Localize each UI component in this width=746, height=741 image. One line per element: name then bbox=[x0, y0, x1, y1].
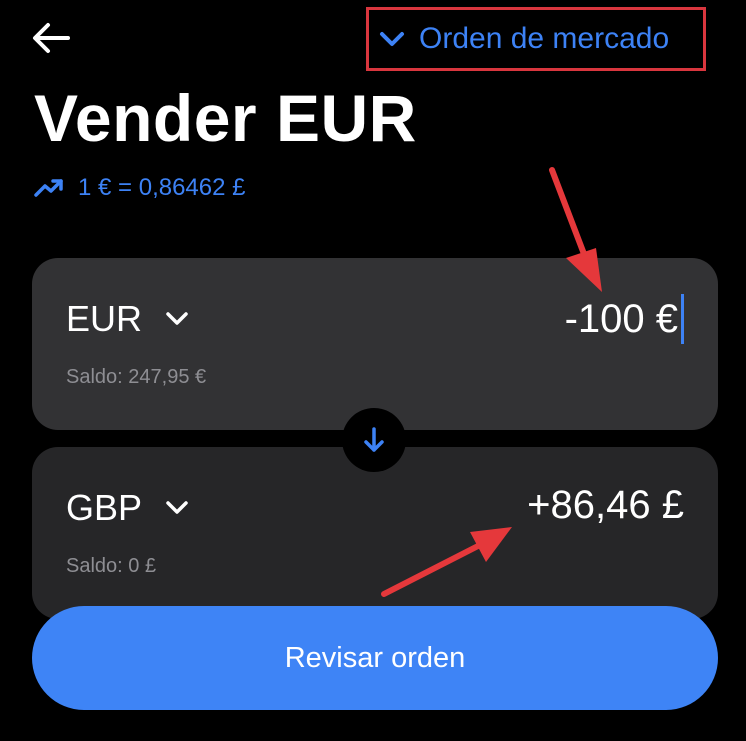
order-type-selector[interactable]: Orden de mercado bbox=[366, 7, 706, 71]
sell-currency-code: EUR bbox=[66, 298, 143, 339]
arrow-left-icon bbox=[33, 23, 70, 53]
trend-up-icon bbox=[34, 179, 63, 197]
swap-direction-button[interactable] bbox=[342, 408, 406, 472]
sell-currency-selector[interactable]: EUR bbox=[66, 298, 190, 340]
sell-currency-card: EUR -100 € Saldo: 247,95 € bbox=[32, 258, 718, 430]
buy-currency-code: GBP bbox=[66, 487, 143, 528]
arrow-down-icon bbox=[364, 427, 384, 452]
sell-eur-screen: Orden de mercado Vender EUR 1 € = 0,8646… bbox=[0, 0, 746, 741]
buy-balance: Saldo: 0 £ bbox=[66, 555, 157, 577]
exchange-rate-text: 1 € = 0,86462 £ bbox=[78, 174, 246, 201]
buy-currency-card: GBP +86,46 £ Saldo: 0 £ bbox=[32, 447, 718, 619]
buy-amount-value: +86,46 £ bbox=[527, 483, 684, 527]
sell-amount-input[interactable]: -100 € bbox=[565, 294, 684, 344]
order-type-label: Orden de mercado bbox=[419, 22, 670, 55]
exchange-rate: 1 € = 0,86462 £ bbox=[34, 174, 245, 202]
back-button[interactable] bbox=[30, 18, 72, 58]
chevron-down-icon bbox=[166, 312, 188, 325]
chevron-down-icon bbox=[166, 501, 188, 514]
sell-balance: Saldo: 247,95 € bbox=[66, 366, 207, 388]
review-order-button[interactable]: Revisar orden bbox=[32, 606, 718, 710]
chevron-down-icon bbox=[380, 32, 404, 46]
buy-amount-input[interactable]: +86,46 £ bbox=[527, 483, 684, 528]
buy-currency-selector[interactable]: GBP bbox=[66, 487, 190, 529]
sell-amount-value: -100 € bbox=[564, 296, 678, 341]
text-caret bbox=[681, 294, 684, 344]
page-title: Vender EUR bbox=[34, 81, 417, 155]
